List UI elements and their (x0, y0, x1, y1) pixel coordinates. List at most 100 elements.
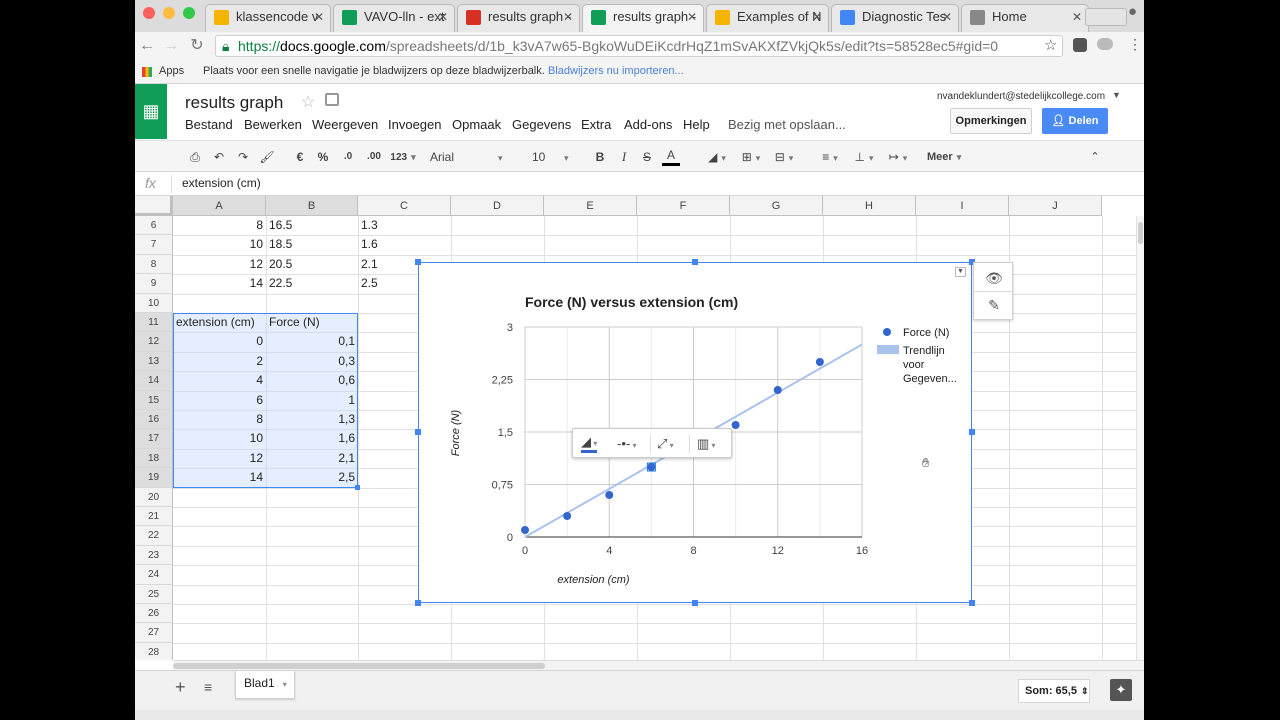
close-tab-icon[interactable]: ✕ (812, 5, 822, 29)
font-size-dropdown[interactable]: 10 (532, 148, 576, 166)
legend-label-trendline[interactable]: Gegeven... (903, 373, 957, 385)
cell[interactable]: 10 (173, 429, 266, 448)
row-header[interactable]: 15 (135, 390, 173, 410)
row-header[interactable]: 10 (135, 293, 173, 313)
account-email[interactable]: nvandeklundert@stedelijkcollege.com (937, 91, 1105, 102)
eye-icon[interactable]: 👁︎ (984, 268, 1004, 288)
row-header[interactable]: 14 (135, 371, 173, 391)
pencil-icon[interactable]: ✎ (984, 295, 1004, 315)
sheet-tab-blad1[interactable]: Blad1 ▾ (235, 671, 295, 699)
sheet-tab-chevron-icon[interactable]: ▾ (283, 680, 287, 689)
font-family-dropdown[interactable]: Arial (430, 148, 510, 166)
series-fill-color-icon[interactable]: ◢ ▾ (581, 435, 598, 453)
resize-handle-left[interactable] (415, 429, 421, 435)
menu-gegevens[interactable]: Gegevens (512, 117, 571, 132)
legend-label-force[interactable]: Force (N) (903, 327, 949, 339)
row-header[interactable]: 6 (135, 216, 173, 236)
url-input[interactable]: 🔒︎ https://docs.google.com/spreadsheets/d… (215, 35, 1063, 57)
row-header[interactable]: 17 (135, 429, 173, 449)
merge-cells-icon[interactable]: ⊟ (771, 148, 797, 166)
cell[interactable]: 4 (173, 371, 266, 390)
row-header[interactable]: 26 (135, 604, 173, 624)
row-header[interactable]: 27 (135, 623, 173, 643)
explore-icon[interactable]: ✦ (1110, 679, 1132, 701)
chart-type-icon[interactable]: ▥ ▾ (697, 435, 716, 453)
fill-handle[interactable] (355, 485, 360, 490)
cell[interactable]: 0 (173, 332, 266, 351)
point-style-icon[interactable]: -•- ▾ (617, 435, 636, 453)
close-tab-icon[interactable]: ✕ (942, 5, 952, 29)
apps-grid-icon[interactable] (142, 67, 152, 77)
text-wrapping-icon[interactable]: ↦ (883, 148, 913, 166)
legend-label-trendline[interactable]: voor (903, 359, 925, 371)
browser-tab-3[interactable]: results graph - ✕ (582, 4, 704, 32)
browser-tab-0[interactable]: klassencode v ✕ (205, 4, 331, 32)
column-header-h[interactable]: H (823, 196, 916, 216)
horizontal-scroll-thumb[interactable] (173, 663, 545, 669)
decrease-decimals-button[interactable]: .0 (339, 148, 357, 166)
menu-bestand[interactable]: Bestand (185, 117, 233, 132)
row-header[interactable]: 7 (135, 235, 173, 255)
resize-handle-top[interactable] (692, 259, 698, 265)
chrome-menu-icon[interactable]: ⋮ (1128, 36, 1142, 53)
data-point[interactable] (773, 386, 782, 394)
row-header[interactable]: 16 (135, 410, 173, 430)
vertical-scrollbar[interactable] (1136, 216, 1144, 660)
share-button[interactable]: 👤︎ Delen (1042, 108, 1108, 134)
select-all-corner[interactable] (135, 196, 173, 216)
cell[interactable]: 14 (173, 468, 266, 487)
y-axis-title[interactable]: Force (N) (450, 409, 462, 456)
cell[interactable]: 2 (173, 352, 266, 371)
column-header-a[interactable]: A (173, 196, 266, 216)
currency-button[interactable]: € (293, 148, 307, 166)
account-chevron-down-icon[interactable]: ▼ (1112, 90, 1121, 100)
browser-tab-2[interactable]: results graph - ✕ (457, 4, 580, 32)
cell[interactable]: Force (N) (266, 313, 358, 332)
all-sheets-list-icon[interactable]: ≡ (204, 679, 212, 695)
percent-button[interactable]: % (316, 148, 330, 166)
fill-color-icon[interactable]: ◢ (705, 148, 729, 166)
row-header[interactable]: 22 (135, 526, 173, 546)
sheets-logo-icon[interactable]: ▦ (135, 84, 167, 139)
browser-tab-1[interactable]: VAVO-lln - ext ✕ (333, 4, 455, 32)
paint-format-icon[interactable]: 🖌︎ (259, 148, 275, 166)
sum-indicator[interactable]: Som: 65,5 ⇕ (1018, 679, 1090, 703)
back-icon[interactable]: ← (137, 36, 157, 56)
collapse-menus-icon[interactable]: ⌃ (1087, 148, 1103, 166)
cell[interactable]: 12 (173, 255, 266, 274)
resize-handle-top-left[interactable] (415, 259, 421, 265)
column-header-i[interactable]: I (916, 196, 1009, 216)
column-header-b[interactable]: B (266, 196, 358, 216)
formula-input[interactable]: extension (cm) (182, 176, 261, 190)
trendline-icon[interactable]: ⤢ ▾ (657, 435, 674, 453)
cell[interactable]: 1.6 (358, 235, 451, 254)
cell[interactable]: 22.5 (266, 274, 358, 293)
bold-button[interactable]: B (594, 148, 606, 166)
close-tab-icon[interactable]: ✕ (314, 5, 324, 29)
cell[interactable]: 14 (173, 274, 266, 293)
redo-icon[interactable]: ↷ (235, 148, 251, 166)
horizontal-align-icon[interactable]: ≡ (817, 148, 843, 166)
close-tab-icon[interactable]: ✕ (563, 5, 573, 29)
close-tab-icon[interactable]: ✕ (687, 5, 697, 29)
data-point[interactable] (563, 512, 572, 520)
row-header[interactable]: 11 (135, 313, 173, 333)
row-header[interactable]: 13 (135, 351, 173, 372)
data-point[interactable] (605, 491, 614, 499)
cell[interactable]: 18.5 (266, 235, 358, 254)
increase-decimals-button[interactable]: .00 (363, 148, 385, 166)
apps-link[interactable]: Apps (159, 60, 184, 82)
cell[interactable]: 1 (266, 391, 358, 410)
cell[interactable]: 1,3 (266, 410, 358, 429)
row-header[interactable]: 18 (135, 448, 173, 469)
cell[interactable]: 1,6 (266, 429, 358, 448)
cell[interactable]: 0,1 (266, 332, 358, 351)
menu-bewerken[interactable]: Bewerken (244, 117, 302, 132)
vertical-align-icon[interactable]: ⊥ (851, 148, 877, 166)
drive-extension-icon[interactable] (1097, 38, 1113, 50)
menu-add-ons[interactable]: Add-ons (624, 117, 672, 132)
import-bookmarks-link[interactable]: Bladwijzers nu importeren... (548, 60, 684, 82)
row-header[interactable]: 8 (135, 254, 173, 275)
more-formats-dropdown[interactable]: 123 (386, 148, 420, 166)
chart-menu-chevron-icon[interactable]: ▼ (955, 267, 966, 277)
